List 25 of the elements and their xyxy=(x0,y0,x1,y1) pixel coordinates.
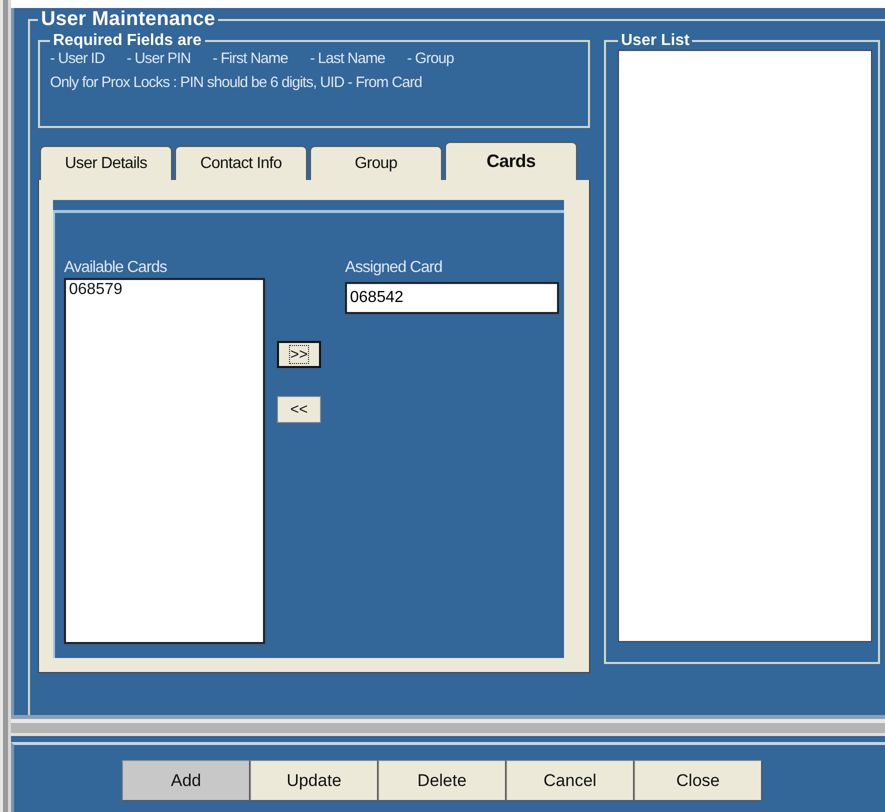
input-field[interactable]: 068542 xyxy=(345,282,559,314)
field-name: - Group xyxy=(407,50,454,67)
action-button[interactable]: Delete xyxy=(378,760,506,801)
action-button[interactable]: Update xyxy=(250,760,378,801)
panel-title: User Maintenance xyxy=(40,8,216,31)
action-button[interactable]: Close xyxy=(634,760,762,801)
group-title: Required Fields are xyxy=(52,32,202,50)
note-text: Only for Prox Locks : PIN should be 6 digits, UID - From Card xyxy=(50,74,423,91)
list-box[interactable]: 068579 xyxy=(64,278,265,644)
field-name: - First Name xyxy=(212,50,288,67)
list-item[interactable]: 068579 xyxy=(66,280,263,300)
field-label: Assigned Card xyxy=(345,259,444,277)
field-label: Available Cards xyxy=(64,259,168,277)
group-title: User List xyxy=(620,32,690,50)
action-button[interactable]: Cancel xyxy=(506,760,634,801)
tab[interactable]: User Details xyxy=(40,146,172,180)
move-button[interactable]: >> xyxy=(277,341,321,368)
tab[interactable]: Group xyxy=(310,146,442,180)
field-name: - Last Name xyxy=(310,50,386,67)
tab[interactable]: Cards xyxy=(445,142,577,180)
action-button[interactable]: Add xyxy=(122,760,250,801)
tab[interactable]: Contact Info xyxy=(175,146,307,180)
field-name: - User ID xyxy=(50,50,105,67)
field-name: - User PIN xyxy=(126,50,191,67)
move-button[interactable]: << xyxy=(277,396,321,423)
